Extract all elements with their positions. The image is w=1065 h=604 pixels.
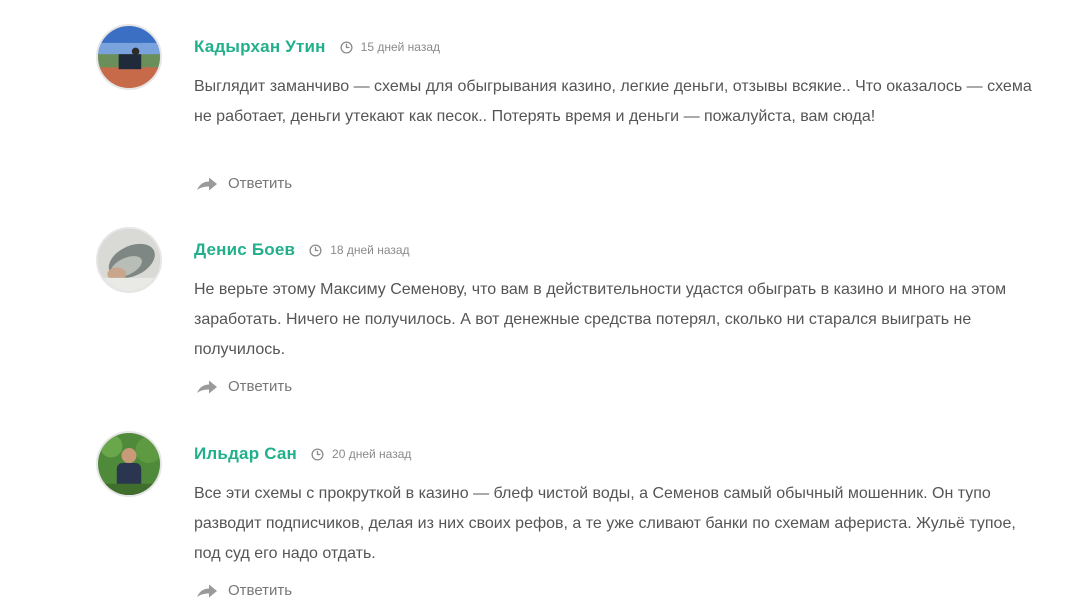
- comment-author-link[interactable]: Денис Боев: [194, 240, 295, 260]
- clock-icon: [311, 447, 324, 461]
- clock-icon: [309, 243, 322, 257]
- user-avatar-icon: [98, 433, 160, 495]
- avatar[interactable]: [96, 24, 162, 90]
- comment-author-link[interactable]: Кадырхан Утин: [194, 37, 326, 57]
- comment-date: 20 дней назад: [332, 447, 412, 461]
- clock-icon: [340, 40, 353, 54]
- reply-label: Ответить: [228, 582, 293, 599]
- comment-text: Все эти схемы с прокруткой в казино — бл…: [194, 485, 1016, 562]
- reply-button[interactable]: Ответить: [196, 582, 292, 599]
- comment-text: Выглядит заманчиво — схемы для обыгрыван…: [194, 78, 1032, 125]
- comment-date: 15 дней назад: [360, 40, 441, 54]
- comment-text: Не верьте этому Максиму Семенову, что ва…: [194, 281, 1007, 358]
- reply-label: Ответить: [228, 378, 293, 395]
- comment-item: Ильдар Сан 20 дней назад Все эти схемы с…: [96, 431, 1036, 601]
- comment-author-link[interactable]: Ильдар Сан: [194, 444, 297, 464]
- reply-arrow-icon: [197, 380, 217, 393]
- comment-item: Кадырхан Утин 15 дней назад Выглядит зам…: [96, 24, 1036, 204]
- comment-date: 18 дней назад: [330, 243, 410, 257]
- reply-button[interactable]: Ответить: [196, 378, 292, 395]
- reply-arrow-icon: [197, 177, 217, 190]
- user-avatar-icon: [98, 229, 160, 291]
- reply-arrow-icon: [197, 584, 217, 597]
- avatar[interactable]: [96, 227, 162, 293]
- comment-item: Денис Боев 18 дней назад Не верьте этому…: [96, 227, 1036, 407]
- reply-label: Ответить: [228, 175, 293, 192]
- avatar[interactable]: [96, 431, 162, 497]
- reply-button[interactable]: Ответить: [196, 175, 292, 192]
- user-avatar-icon: [98, 26, 160, 88]
